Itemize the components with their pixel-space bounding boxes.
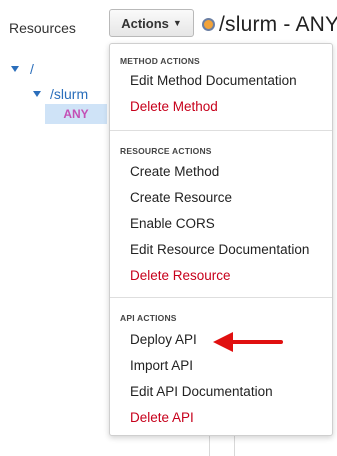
menu-item-delete-resource[interactable]: Delete Resource bbox=[130, 268, 231, 283]
caret-down-icon: ▼ bbox=[172, 18, 182, 28]
method-label: ANY bbox=[63, 107, 89, 121]
page-title: /slurm - ANY bbox=[219, 13, 337, 36]
method-status-icon bbox=[202, 18, 215, 31]
section-heading-api-actions: API ACTIONS bbox=[120, 313, 177, 323]
menu-divider bbox=[110, 130, 332, 131]
menu-item-delete-method[interactable]: Delete Method bbox=[130, 99, 218, 114]
tree-item-method-any[interactable]: ANY bbox=[45, 104, 107, 124]
expand-root-icon[interactable] bbox=[11, 66, 19, 72]
menu-item-deploy-api[interactable]: Deploy API bbox=[130, 332, 197, 347]
tree-item-root[interactable]: / bbox=[30, 61, 34, 77]
expand-slurm-icon[interactable] bbox=[33, 91, 41, 97]
section-heading-method-actions: METHOD ACTIONS bbox=[120, 56, 200, 66]
menu-item-enable-cors[interactable]: Enable CORS bbox=[130, 216, 215, 231]
actions-button[interactable]: Actions ▼ bbox=[109, 9, 194, 37]
menu-item-import-api[interactable]: Import API bbox=[130, 358, 193, 373]
actions-button-label: Actions bbox=[121, 15, 169, 31]
actions-dropdown-menu: METHOD ACTIONS Edit Method Documentation… bbox=[109, 43, 333, 436]
resources-heading: Resources bbox=[9, 20, 76, 36]
menu-item-delete-api[interactable]: Delete API bbox=[130, 410, 194, 425]
menu-item-edit-method-documentation[interactable]: Edit Method Documentation bbox=[130, 73, 297, 88]
menu-item-edit-api-documentation[interactable]: Edit API Documentation bbox=[130, 384, 273, 399]
menu-item-create-resource[interactable]: Create Resource bbox=[130, 190, 232, 205]
menu-item-edit-resource-documentation[interactable]: Edit Resource Documentation bbox=[130, 242, 309, 257]
menu-item-create-method[interactable]: Create Method bbox=[130, 164, 219, 179]
tree-item-slurm[interactable]: /slurm bbox=[50, 86, 88, 102]
section-heading-resource-actions: RESOURCE ACTIONS bbox=[120, 146, 212, 156]
menu-divider bbox=[110, 297, 332, 298]
annotation-arrow-icon bbox=[213, 332, 283, 352]
